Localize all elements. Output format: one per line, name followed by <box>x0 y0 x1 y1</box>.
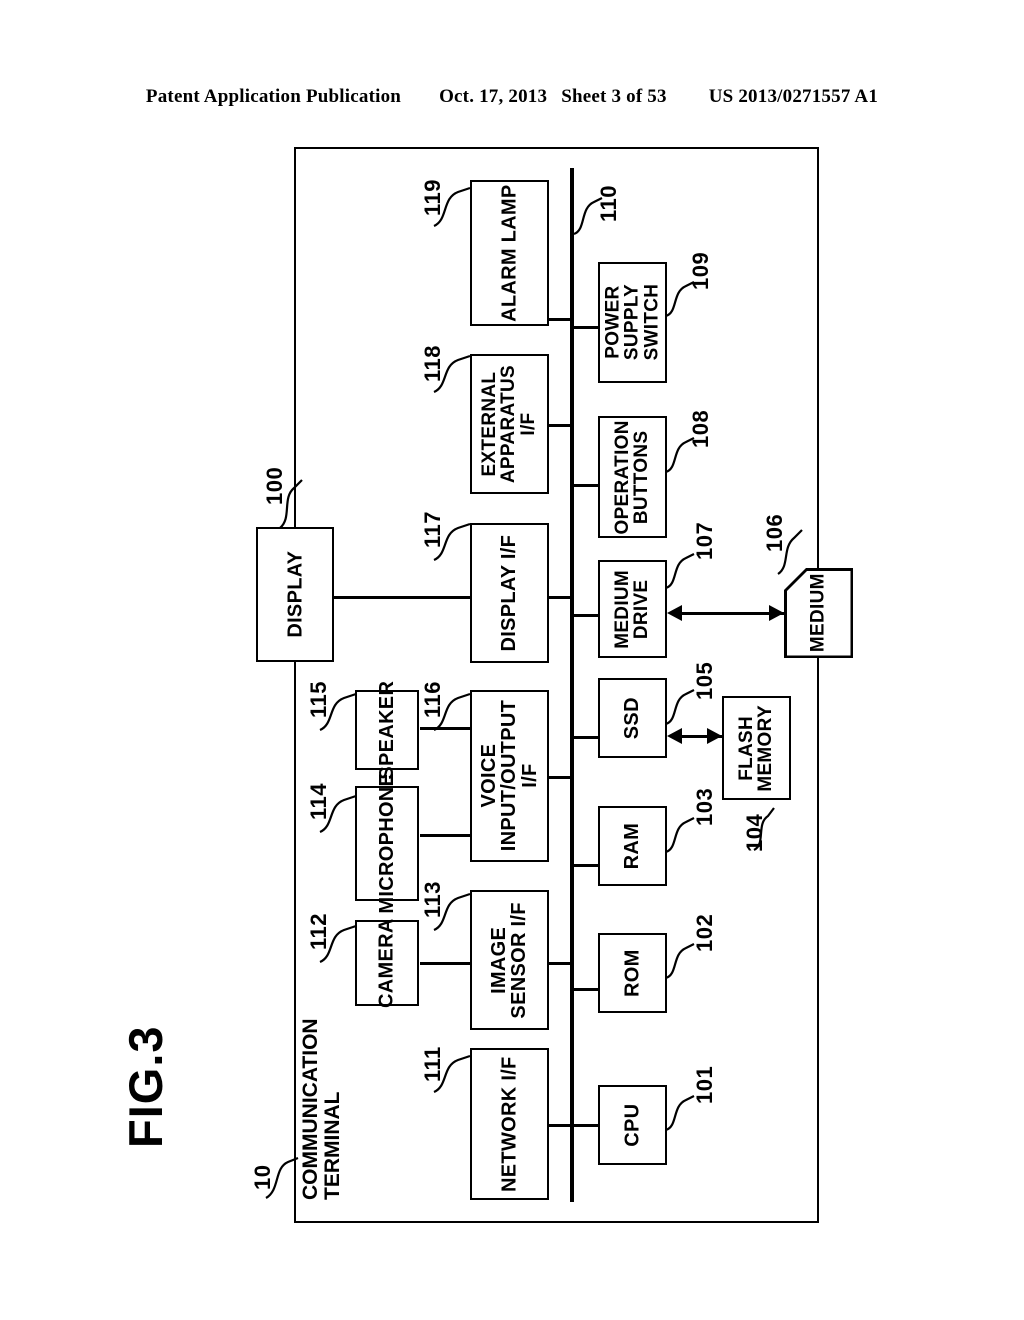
communication-terminal-frame <box>294 147 819 1223</box>
ref-107: 107 <box>692 521 717 560</box>
arrow-head-to-medium-drive <box>667 605 682 621</box>
communication-terminal-label: COMMUNICATION TERMINAL <box>299 970 350 1201</box>
block-rom: ROM <box>598 933 667 1013</box>
bus-line-110 <box>570 168 574 1202</box>
block-rom-label: ROM <box>621 949 644 997</box>
connector-voice-io-speaker <box>420 727 471 730</box>
connector-image-sensor-camera <box>420 962 471 965</box>
block-cpu: CPU <box>598 1085 667 1165</box>
ref-113: 113 <box>420 881 445 918</box>
block-flash-memory-label: FLASH MEMORY <box>736 704 777 792</box>
block-ram-label: RAM <box>621 822 644 870</box>
block-ram: RAM <box>598 806 667 886</box>
arrow-head-to-medium <box>769 605 784 621</box>
block-voice-io-if: VOICE INPUT/OUTPUT I/F <box>470 690 549 862</box>
block-power-supply-switch-label: POWER SUPPLY SWITCH <box>602 284 663 361</box>
block-flash-memory: FLASH MEMORY <box>722 696 791 800</box>
block-medium-label: MEDIUM <box>807 573 829 653</box>
ref-112: 112 <box>306 913 331 950</box>
ref-114: 114 <box>306 783 331 820</box>
block-medium-drive: MEDIUM DRIVE <box>598 560 667 658</box>
block-microphone-label: MICROPHONE <box>375 773 398 914</box>
ref-100: 100 <box>262 466 287 505</box>
block-voice-io-if-label: VOICE INPUT/OUTPUT I/F <box>477 700 541 852</box>
connector-voice-io-microphone <box>420 834 471 837</box>
ref-103: 103 <box>692 787 717 826</box>
ref-105: 105 <box>692 661 717 700</box>
ref-117: 117 <box>420 511 445 548</box>
block-alarm-lamp: ALARM LAMP <box>470 180 549 326</box>
connector-bus-operation-buttons <box>572 484 600 487</box>
block-external-apparatus-if: EXTERNAL APPARATUS I/F <box>470 354 549 494</box>
block-power-supply-switch: POWER SUPPLY SWITCH <box>598 262 667 383</box>
ref-110: 110 <box>596 185 621 222</box>
block-display-if-label: DISPLAY I/F <box>498 534 521 652</box>
block-network-if-label: NETWORK I/F <box>498 1056 521 1192</box>
block-display-label: DISPLAY <box>283 551 306 638</box>
arrow-head-to-flash-memory <box>707 728 722 744</box>
arrow-head-to-ssd <box>667 728 682 744</box>
connector-bus-ssd <box>572 736 600 739</box>
ref-106: 106 <box>762 513 787 552</box>
block-speaker-label: SPEAKER <box>375 680 398 780</box>
block-medium: MEDIUM <box>784 568 853 658</box>
block-ssd: SSD <box>598 678 667 758</box>
connector-voice-io-bus <box>549 776 572 779</box>
ref-115: 115 <box>306 681 331 718</box>
connector-display-if-bus <box>549 596 572 599</box>
ref-10: 10 <box>250 1164 275 1190</box>
connector-display-if-display <box>334 596 471 599</box>
block-display: DISPLAY <box>256 527 334 662</box>
connector-bus-medium-drive <box>572 614 600 617</box>
connector-network-if-bus <box>549 1124 572 1127</box>
ref-116: 116 <box>420 681 445 718</box>
connector-alarm-lamp-bus <box>549 318 572 321</box>
block-display-if: DISPLAY I/F <box>470 523 549 663</box>
block-cpu-label: CPU <box>621 1103 644 1147</box>
block-ssd-label: SSD <box>621 696 644 740</box>
block-speaker: SPEAKER <box>355 681 419 779</box>
ref-101: 101 <box>692 1065 717 1104</box>
ref-104: 104 <box>742 813 767 852</box>
block-medium-drive-label: MEDIUM DRIVE <box>612 569 653 649</box>
ref-102: 102 <box>692 913 717 952</box>
block-operation-buttons: OPERATION BUTTONS <box>598 416 667 538</box>
block-camera-label: CAMERA <box>375 918 398 1008</box>
block-network-if: NETWORK I/F <box>470 1048 549 1200</box>
connector-image-sensor-bus <box>549 962 572 965</box>
block-camera: CAMERA <box>355 918 419 1008</box>
connector-bus-rom <box>572 988 600 991</box>
block-image-sensor-if-label: IMAGE SENSOR I/F <box>488 901 531 1019</box>
block-image-sensor-if: IMAGE SENSOR I/F <box>470 890 549 1030</box>
block-alarm-lamp-label: ALARM LAMP <box>498 184 521 322</box>
ref-118: 118 <box>420 345 445 382</box>
terminal-label-line2: TERMINAL <box>321 1091 345 1201</box>
connector-bus-cpu <box>572 1124 600 1127</box>
ref-109: 109 <box>688 251 713 290</box>
connector-external-apparatus-bus <box>549 424 572 427</box>
connector-bus-power-supply-switch <box>572 326 600 329</box>
block-operation-buttons-label: OPERATION BUTTONS <box>612 419 653 535</box>
block-diagram: COMMUNICATION TERMINAL 10 110 ALARM LAMP… <box>0 0 1024 1320</box>
ref-108: 108 <box>688 409 713 448</box>
ref-119: 119 <box>420 179 445 216</box>
connector-bus-ram <box>572 864 600 867</box>
block-microphone: MICROPHONE <box>355 773 419 914</box>
block-external-apparatus-if-label: EXTERNAL APPARATUS I/F <box>479 364 540 484</box>
ref-111: 111 <box>420 1046 445 1082</box>
terminal-label-line1: COMMUNICATION <box>299 1018 322 1200</box>
